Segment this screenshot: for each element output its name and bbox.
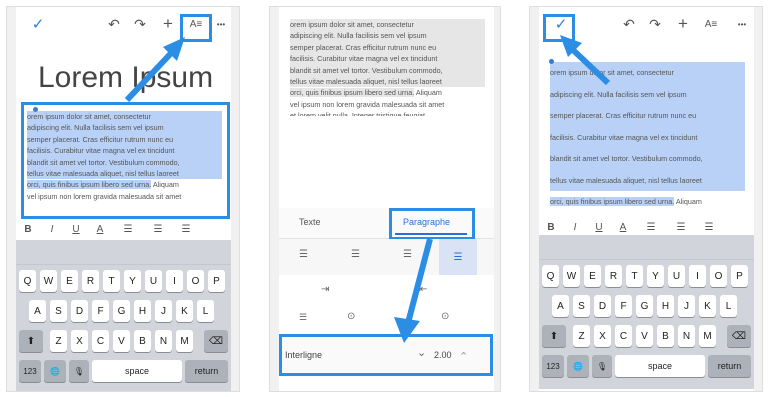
key[interactable]: M xyxy=(176,330,193,352)
underline-button[interactable]: U xyxy=(587,222,611,233)
panel-step-2: orem ipsum dolor sit amet, consectetur a… xyxy=(269,6,501,392)
key[interactable]: S xyxy=(50,300,67,322)
key[interactable]: D xyxy=(71,300,88,322)
key[interactable]: C xyxy=(92,330,109,352)
text-color-button[interactable]: A xyxy=(88,224,112,235)
key[interactable]: U xyxy=(145,270,162,292)
key[interactable]: I xyxy=(166,270,183,292)
arrow-icon xyxy=(394,238,433,343)
text-word: Aliquam xyxy=(675,197,702,206)
key[interactable]: N xyxy=(678,325,695,347)
key[interactable]: W xyxy=(40,270,57,292)
mic-icon[interactable]: 🎙 xyxy=(592,355,612,377)
key[interactable]: J xyxy=(678,295,695,317)
panel-step-3: ✓ ↶ ↷ + A≡ ••• orem ipsum dolor sit amet… xyxy=(529,6,763,392)
key[interactable]: Q xyxy=(19,270,36,292)
align-left-icon[interactable]: ☰ xyxy=(635,222,667,233)
key[interactable]: D xyxy=(594,295,611,317)
key[interactable]: G xyxy=(636,295,653,317)
align-center-icon[interactable]: ☰ xyxy=(144,224,172,235)
key[interactable]: F xyxy=(615,295,632,317)
key[interactable]: Y xyxy=(647,265,664,287)
key[interactable]: P xyxy=(731,265,748,287)
align-left-icon[interactable]: ☰ xyxy=(112,224,144,235)
key[interactable]: I xyxy=(689,265,706,287)
align-justify-icon[interactable]: ☰ xyxy=(172,224,200,235)
suggestion-bar xyxy=(16,240,231,265)
keyboard: Q W E R T Y U I O P A S D F G H J K L ⬆ … xyxy=(16,240,231,391)
text-color-button[interactable]: A xyxy=(611,222,635,233)
key[interactable]: K xyxy=(176,300,193,322)
text-line: facilisis. Curabitur vitae magna vel ex … xyxy=(550,126,745,148)
bold-button[interactable]: B xyxy=(16,224,40,235)
key[interactable]: F xyxy=(92,300,109,322)
mic-icon[interactable]: 🎙 xyxy=(69,360,89,382)
return-key[interactable]: return xyxy=(185,360,228,382)
text-line: blandit sit amet vel tortor. Vestibulum … xyxy=(550,148,745,170)
align-justify-icon[interactable]: ☰ xyxy=(695,222,723,233)
key[interactable]: S xyxy=(573,295,590,317)
key[interactable]: Z xyxy=(50,330,67,352)
key[interactable]: O xyxy=(187,270,204,292)
suggestion-bar xyxy=(539,235,754,260)
key[interactable]: G xyxy=(113,300,130,322)
globe-icon[interactable]: 🌐 xyxy=(44,360,66,382)
key[interactable]: A xyxy=(29,300,46,322)
key[interactable]: O xyxy=(710,265,727,287)
key[interactable]: A xyxy=(552,295,569,317)
format-bar: B I U A ☰ ☰ ☰ xyxy=(16,218,231,240)
key[interactable]: M xyxy=(699,325,716,347)
key[interactable]: W xyxy=(563,265,580,287)
arrow-icon xyxy=(124,37,185,103)
key[interactable]: V xyxy=(113,330,130,352)
key[interactable]: B xyxy=(657,325,674,347)
globe-icon[interactable]: 🌐 xyxy=(567,355,589,377)
key[interactable]: E xyxy=(584,265,601,287)
key[interactable]: N xyxy=(155,330,172,352)
key[interactable]: L xyxy=(720,295,737,317)
italic-button[interactable]: I xyxy=(40,224,64,235)
key[interactable]: U xyxy=(668,265,685,287)
space-key[interactable]: space xyxy=(92,360,182,382)
numbers-key[interactable]: 123 xyxy=(19,360,41,382)
key[interactable]: L xyxy=(197,300,214,322)
key[interactable]: T xyxy=(103,270,120,292)
space-key[interactable]: space xyxy=(615,355,705,377)
align-center-icon[interactable]: ☰ xyxy=(667,222,695,233)
underline-button[interactable]: U xyxy=(64,224,88,235)
key[interactable]: J xyxy=(155,300,172,322)
key[interactable]: X xyxy=(594,325,611,347)
key[interactable]: C xyxy=(615,325,632,347)
text-line: orci, quis finibus ipsum libero sed urna… xyxy=(550,197,675,206)
key[interactable]: K xyxy=(699,295,716,317)
key[interactable]: H xyxy=(657,295,674,317)
return-key[interactable]: return xyxy=(708,355,751,377)
arrow-icon xyxy=(560,35,611,86)
italic-button[interactable]: I xyxy=(563,222,587,233)
key[interactable]: Q xyxy=(542,265,559,287)
shift-key[interactable]: ⬆ xyxy=(19,330,43,352)
backspace-key[interactable]: ⌫ xyxy=(204,330,228,352)
key[interactable]: V xyxy=(636,325,653,347)
backspace-key[interactable]: ⌫ xyxy=(727,325,751,347)
key[interactable]: H xyxy=(134,300,151,322)
numbers-key[interactable]: 123 xyxy=(542,355,564,377)
key[interactable]: B xyxy=(134,330,151,352)
shift-key[interactable]: ⬆ xyxy=(542,325,566,347)
key[interactable]: Y xyxy=(124,270,141,292)
key[interactable]: Z xyxy=(573,325,590,347)
text-line: tellus vitae malesuada aliquet, nisl tel… xyxy=(550,169,745,191)
key[interactable]: X xyxy=(71,330,88,352)
key[interactable]: R xyxy=(605,265,622,287)
key[interactable]: E xyxy=(61,270,78,292)
key[interactable]: T xyxy=(626,265,643,287)
key[interactable]: P xyxy=(208,270,225,292)
bold-button[interactable]: B xyxy=(539,222,563,233)
keyboard: Q W E R T Y U I O P A S D F G H J K L ⬆ … xyxy=(539,235,754,389)
key[interactable]: R xyxy=(82,270,99,292)
panel-step-1: ✓ ↶ ↷ + A≡ ••• Lorem Ipsum orem ipsum do… xyxy=(6,6,240,392)
